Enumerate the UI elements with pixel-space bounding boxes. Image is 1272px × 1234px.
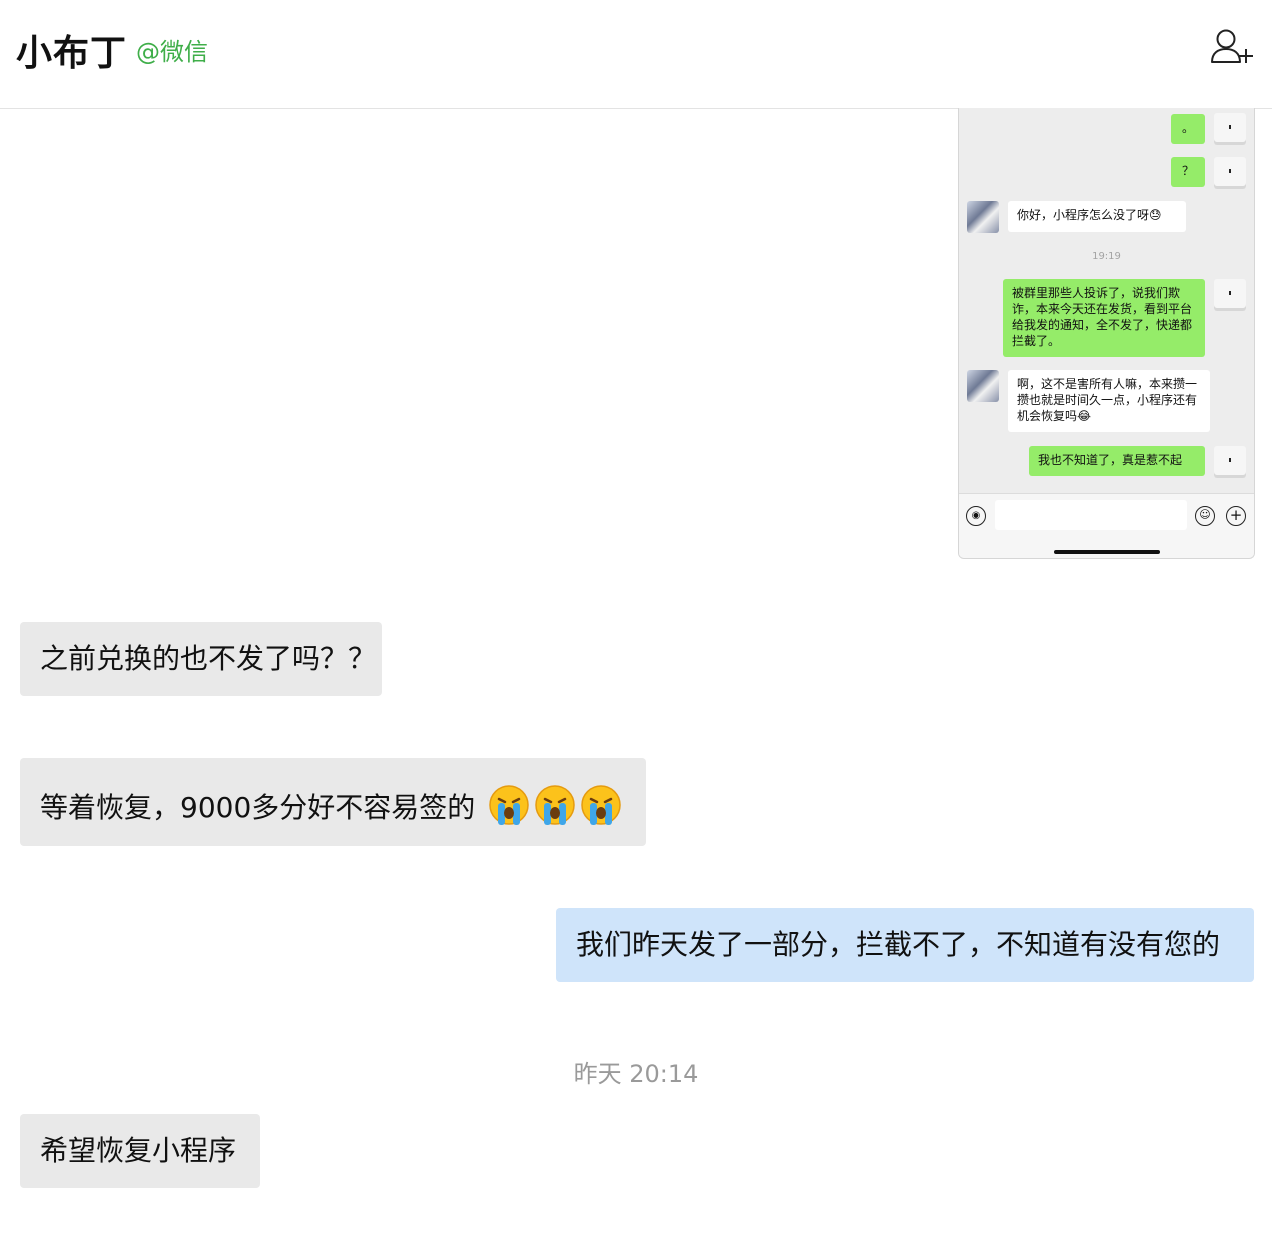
message-text: 等着恢复，9000多分好不容易签的 <box>40 791 476 824</box>
screenshot-input-bar: ◉ ☺ + <box>959 493 1254 558</box>
screenshot-bubble-question: ？ <box>1171 157 1205 187</box>
screenshot-text-field <box>995 500 1187 530</box>
screenshot-bubble-reply: 啊，这不是害所有人嘛，本来攒一攒也就是时间久一点，小程序还有机会恢复吗😂 <box>1008 370 1210 432</box>
sender-avatar <box>1214 113 1246 145</box>
add-user-icon <box>1211 29 1253 63</box>
message-text: 希望恢复小程序 <box>40 1134 237 1167</box>
voice-icon: ◉ <box>966 506 986 526</box>
screenshot-bubble-period: 。 <box>1171 114 1205 144</box>
sender-avatar <box>1214 446 1246 478</box>
sender-avatar <box>1214 157 1246 189</box>
sent-message[interactable]: 我们昨天发了一部分，拦截不了，不知道有没有您的 <box>556 908 1254 982</box>
emoji-icon: ☺ <box>1195 506 1215 526</box>
home-indicator <box>1054 550 1160 554</box>
chat-screenshot-image[interactable]: 。 ？ 你好，小程序怎么没了呀😓 19:19 被群里那些人投诉了，说我们欺诈，本… <box>958 108 1255 559</box>
received-message[interactable]: 等着恢复，9000多分好不容易签的 <box>20 758 646 846</box>
received-message[interactable]: 之前兑换的也不发了吗？？ <box>20 622 382 696</box>
add-user-button[interactable] <box>1208 26 1256 70</box>
screenshot-bubble-question-miniapp: 你好，小程序怎么没了呀😓 <box>1008 201 1186 232</box>
chat-header: 小布丁 @微信 <box>0 0 1272 109</box>
received-message[interactable]: 希望恢复小程序 <box>20 1114 260 1188</box>
plus-icon: + <box>1226 506 1246 526</box>
crying-face-emoji <box>581 785 621 825</box>
source-tag: @微信 <box>136 38 208 66</box>
receiver-avatar <box>967 201 999 233</box>
receiver-avatar <box>967 370 999 402</box>
sender-avatar <box>1214 279 1246 311</box>
time-separator: 昨天 20:14 <box>573 1060 699 1088</box>
screenshot-bubble-dont-know: 我也不知道了，真是惹不起 <box>1029 446 1205 476</box>
screenshot-bubble-explanation: 被群里那些人投诉了，说我们欺诈，本来今天还在发货，看到平台给我发的通知，全不发了… <box>1003 279 1205 357</box>
contact-name: 小布丁 <box>16 33 128 74</box>
screenshot-timestamp: 19:19 <box>1092 251 1121 262</box>
crying-face-emoji <box>535 785 575 825</box>
crying-face-emoji <box>489 785 529 825</box>
message-text: 之前兑换的也不发了吗？？ <box>40 642 377 675</box>
message-text: 我们昨天发了一部分，拦截不了，不知道有没有您的 <box>576 928 1221 961</box>
